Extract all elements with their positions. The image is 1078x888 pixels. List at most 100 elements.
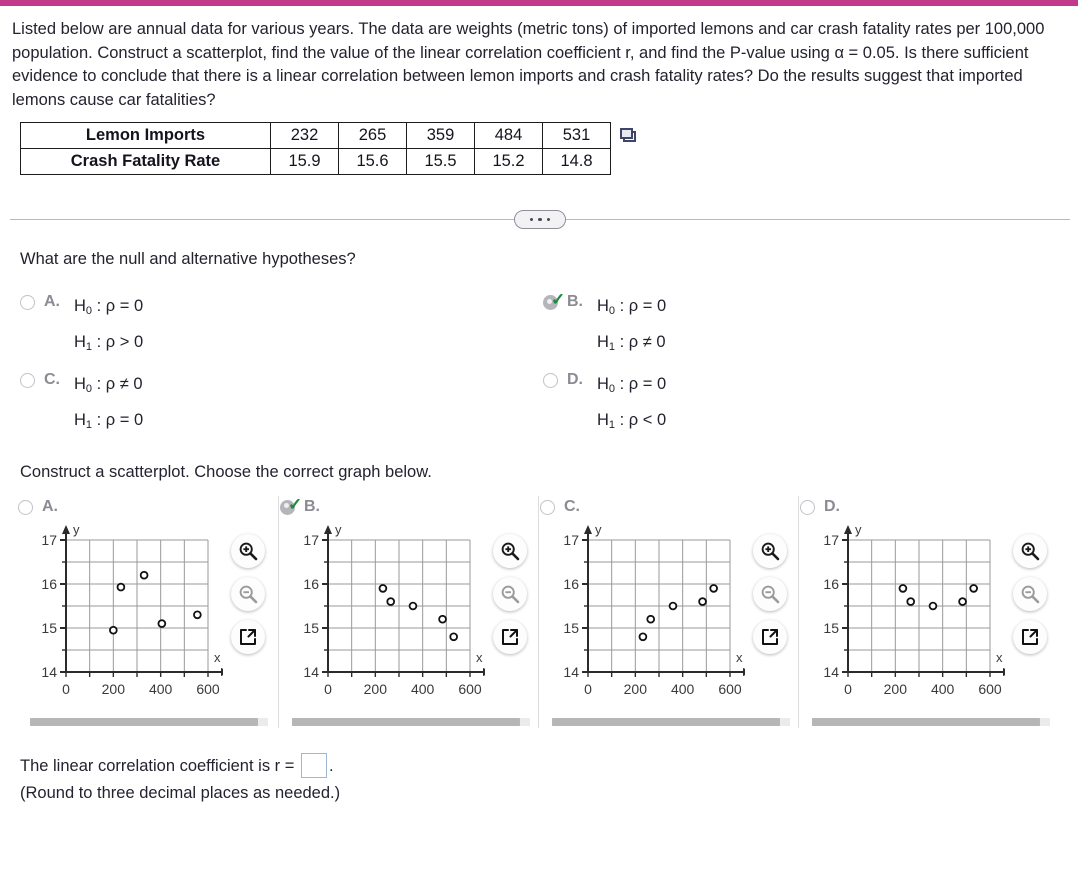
data-point — [408, 601, 418, 611]
data-table-container: Lemon Imports 232 265 359 484 531 Crash … — [20, 122, 1070, 175]
svg-text:17: 17 — [563, 532, 579, 548]
graph-toolbar — [753, 534, 787, 704]
cell-crash-3: 15.5 — [406, 148, 475, 175]
svg-text:16: 16 — [41, 576, 57, 592]
radio-option-d[interactable] — [543, 373, 558, 388]
scatterplot-a: 14 15 16 17 0 200 400 600 y x — [18, 522, 231, 704]
svg-text:200: 200 — [102, 681, 126, 697]
graph-option-d-letter: D. — [824, 498, 840, 515]
graph-scrollbar[interactable] — [552, 718, 790, 726]
graph-scrollbar[interactable] — [30, 718, 268, 726]
cell-lemon-4: 484 — [474, 122, 543, 149]
graph-toolbar — [231, 534, 265, 704]
option-a-alt: H1 : ρ > 0 — [74, 333, 144, 353]
graph-scrollbar[interactable] — [292, 718, 530, 726]
data-point — [969, 584, 978, 593]
ellipsis-icon[interactable] — [514, 210, 566, 229]
radio-graph-c[interactable] — [540, 499, 555, 515]
graph-options: A. 14 15 16 17 0 200 400 600 y x ✓ B. 14 15 16 17 0 200 40… — [10, 496, 1070, 731]
graph-toolbar — [493, 534, 527, 704]
radio-graph-d[interactable] — [800, 499, 815, 515]
option-b-alt: H1 : ρ ≠ 0 — [597, 333, 666, 353]
zoom-in-icon[interactable] — [231, 534, 265, 568]
graph-scrollbar[interactable] — [812, 718, 1050, 726]
graph-choice-d[interactable]: D. 14 15 16 17 0 200 400 600 y x — [800, 496, 1060, 731]
option-c-null: H0 : ρ ≠ 0 — [74, 375, 143, 395]
data-point — [386, 597, 396, 606]
option-b-null: H0 : ρ = 0 — [597, 297, 667, 317]
graph-scrollbar-thumb[interactable] — [30, 718, 258, 726]
zoom-in-icon[interactable] — [753, 534, 787, 568]
graph-scrollbar-thumb[interactable] — [812, 718, 1040, 726]
zoom-in-icon[interactable] — [493, 534, 527, 568]
svg-text:200: 200 — [884, 681, 908, 697]
svg-text:400: 400 — [149, 681, 173, 697]
data-point — [638, 632, 648, 642]
graph-choice-c[interactable]: C. 14 15 16 17 0 200 400 600 y x — [540, 496, 800, 731]
graph-option-c-header: C. — [540, 496, 800, 518]
copy-icon[interactable] — [620, 128, 638, 144]
option-c-letter: C. — [44, 371, 60, 388]
data-point — [698, 597, 707, 606]
cell-crash-2: 15.6 — [338, 148, 407, 175]
option-d-alt: H1 : ρ < 0 — [597, 411, 667, 431]
option-d[interactable]: D. H0 : ρ = 0 H1 : ρ < 0 — [543, 369, 666, 441]
option-a[interactable]: A. H0 : ρ = 0 H1 : ρ > 0 — [20, 291, 143, 363]
zoom-out-icon[interactable] — [493, 577, 527, 611]
data-point — [139, 570, 149, 580]
option-d-null: H0 : ρ = 0 — [597, 375, 667, 395]
svg-text:0: 0 — [844, 681, 852, 697]
radio-graph-b[interactable]: ✓ — [280, 496, 302, 515]
zoom-out-icon[interactable] — [1013, 577, 1047, 611]
data-point — [378, 584, 388, 593]
dot — [529, 217, 534, 222]
graph-scrollbar-thumb[interactable] — [552, 718, 780, 726]
svg-text:400: 400 — [671, 681, 695, 697]
svg-text:14: 14 — [41, 664, 57, 680]
svg-text:15: 15 — [563, 620, 579, 636]
radio-graph-a[interactable] — [18, 499, 33, 515]
svg-text:y: y — [73, 524, 80, 537]
answer-line: The linear correlation coefficient is r … — [20, 753, 1070, 778]
svg-text:x: x — [736, 650, 743, 665]
checkmark-icon: ✓ — [288, 494, 303, 514]
data-point — [928, 601, 938, 611]
svg-text:200: 200 — [364, 681, 388, 697]
svg-text:400: 400 — [411, 681, 435, 697]
expand-icon[interactable] — [753, 620, 787, 654]
copy-icon-front — [620, 128, 633, 139]
cell-lemon-1: 232 — [270, 122, 339, 149]
option-b[interactable]: ✓ B. H0 : ρ = 0 H1 : ρ ≠ 0 — [543, 291, 666, 363]
svg-text:14: 14 — [563, 664, 579, 680]
radio-option-c[interactable] — [20, 373, 35, 388]
radio-option-a[interactable] — [20, 295, 35, 310]
graph-scrollbar-thumb[interactable] — [292, 718, 520, 726]
zoom-out-icon[interactable] — [231, 577, 265, 611]
option-d-letter: D. — [567, 371, 583, 388]
scatterplot-c: 14 15 16 17 0 200 400 600 y x — [540, 522, 753, 704]
data-point — [668, 601, 678, 611]
option-c[interactable]: C. H0 : ρ ≠ 0 H1 : ρ = 0 — [20, 369, 143, 441]
correlation-coefficient-input[interactable] — [300, 753, 327, 778]
svg-text:16: 16 — [563, 576, 579, 592]
dot — [538, 217, 542, 222]
graph-choice-a[interactable]: A. 14 15 16 17 0 200 400 600 y x — [18, 496, 278, 731]
data-point — [116, 582, 126, 592]
svg-text:15: 15 — [823, 620, 839, 636]
expand-icon[interactable] — [493, 620, 527, 654]
expand-icon[interactable] — [1013, 620, 1047, 654]
svg-text:600: 600 — [458, 681, 482, 697]
svg-text:15: 15 — [41, 620, 57, 636]
svg-text:17: 17 — [823, 532, 839, 548]
radio-option-b[interactable]: ✓ — [543, 291, 565, 310]
data-point — [193, 610, 202, 620]
expand-icon[interactable] — [231, 620, 265, 654]
zoom-out-icon[interactable] — [753, 577, 787, 611]
data-table: Lemon Imports 232 265 359 484 531 Crash … — [20, 122, 611, 175]
option-d-body: H0 : ρ = 0 H1 : ρ < 0 — [597, 369, 666, 441]
svg-text:0: 0 — [324, 681, 332, 697]
option-c-alt: H1 : ρ = 0 — [74, 411, 144, 431]
hypothesis-question: What are the null and alternative hypoth… — [20, 250, 356, 268]
zoom-in-icon[interactable] — [1013, 534, 1047, 568]
graph-choice-b[interactable]: ✓ B. 14 15 16 17 0 200 400 600 y x — [280, 496, 540, 731]
